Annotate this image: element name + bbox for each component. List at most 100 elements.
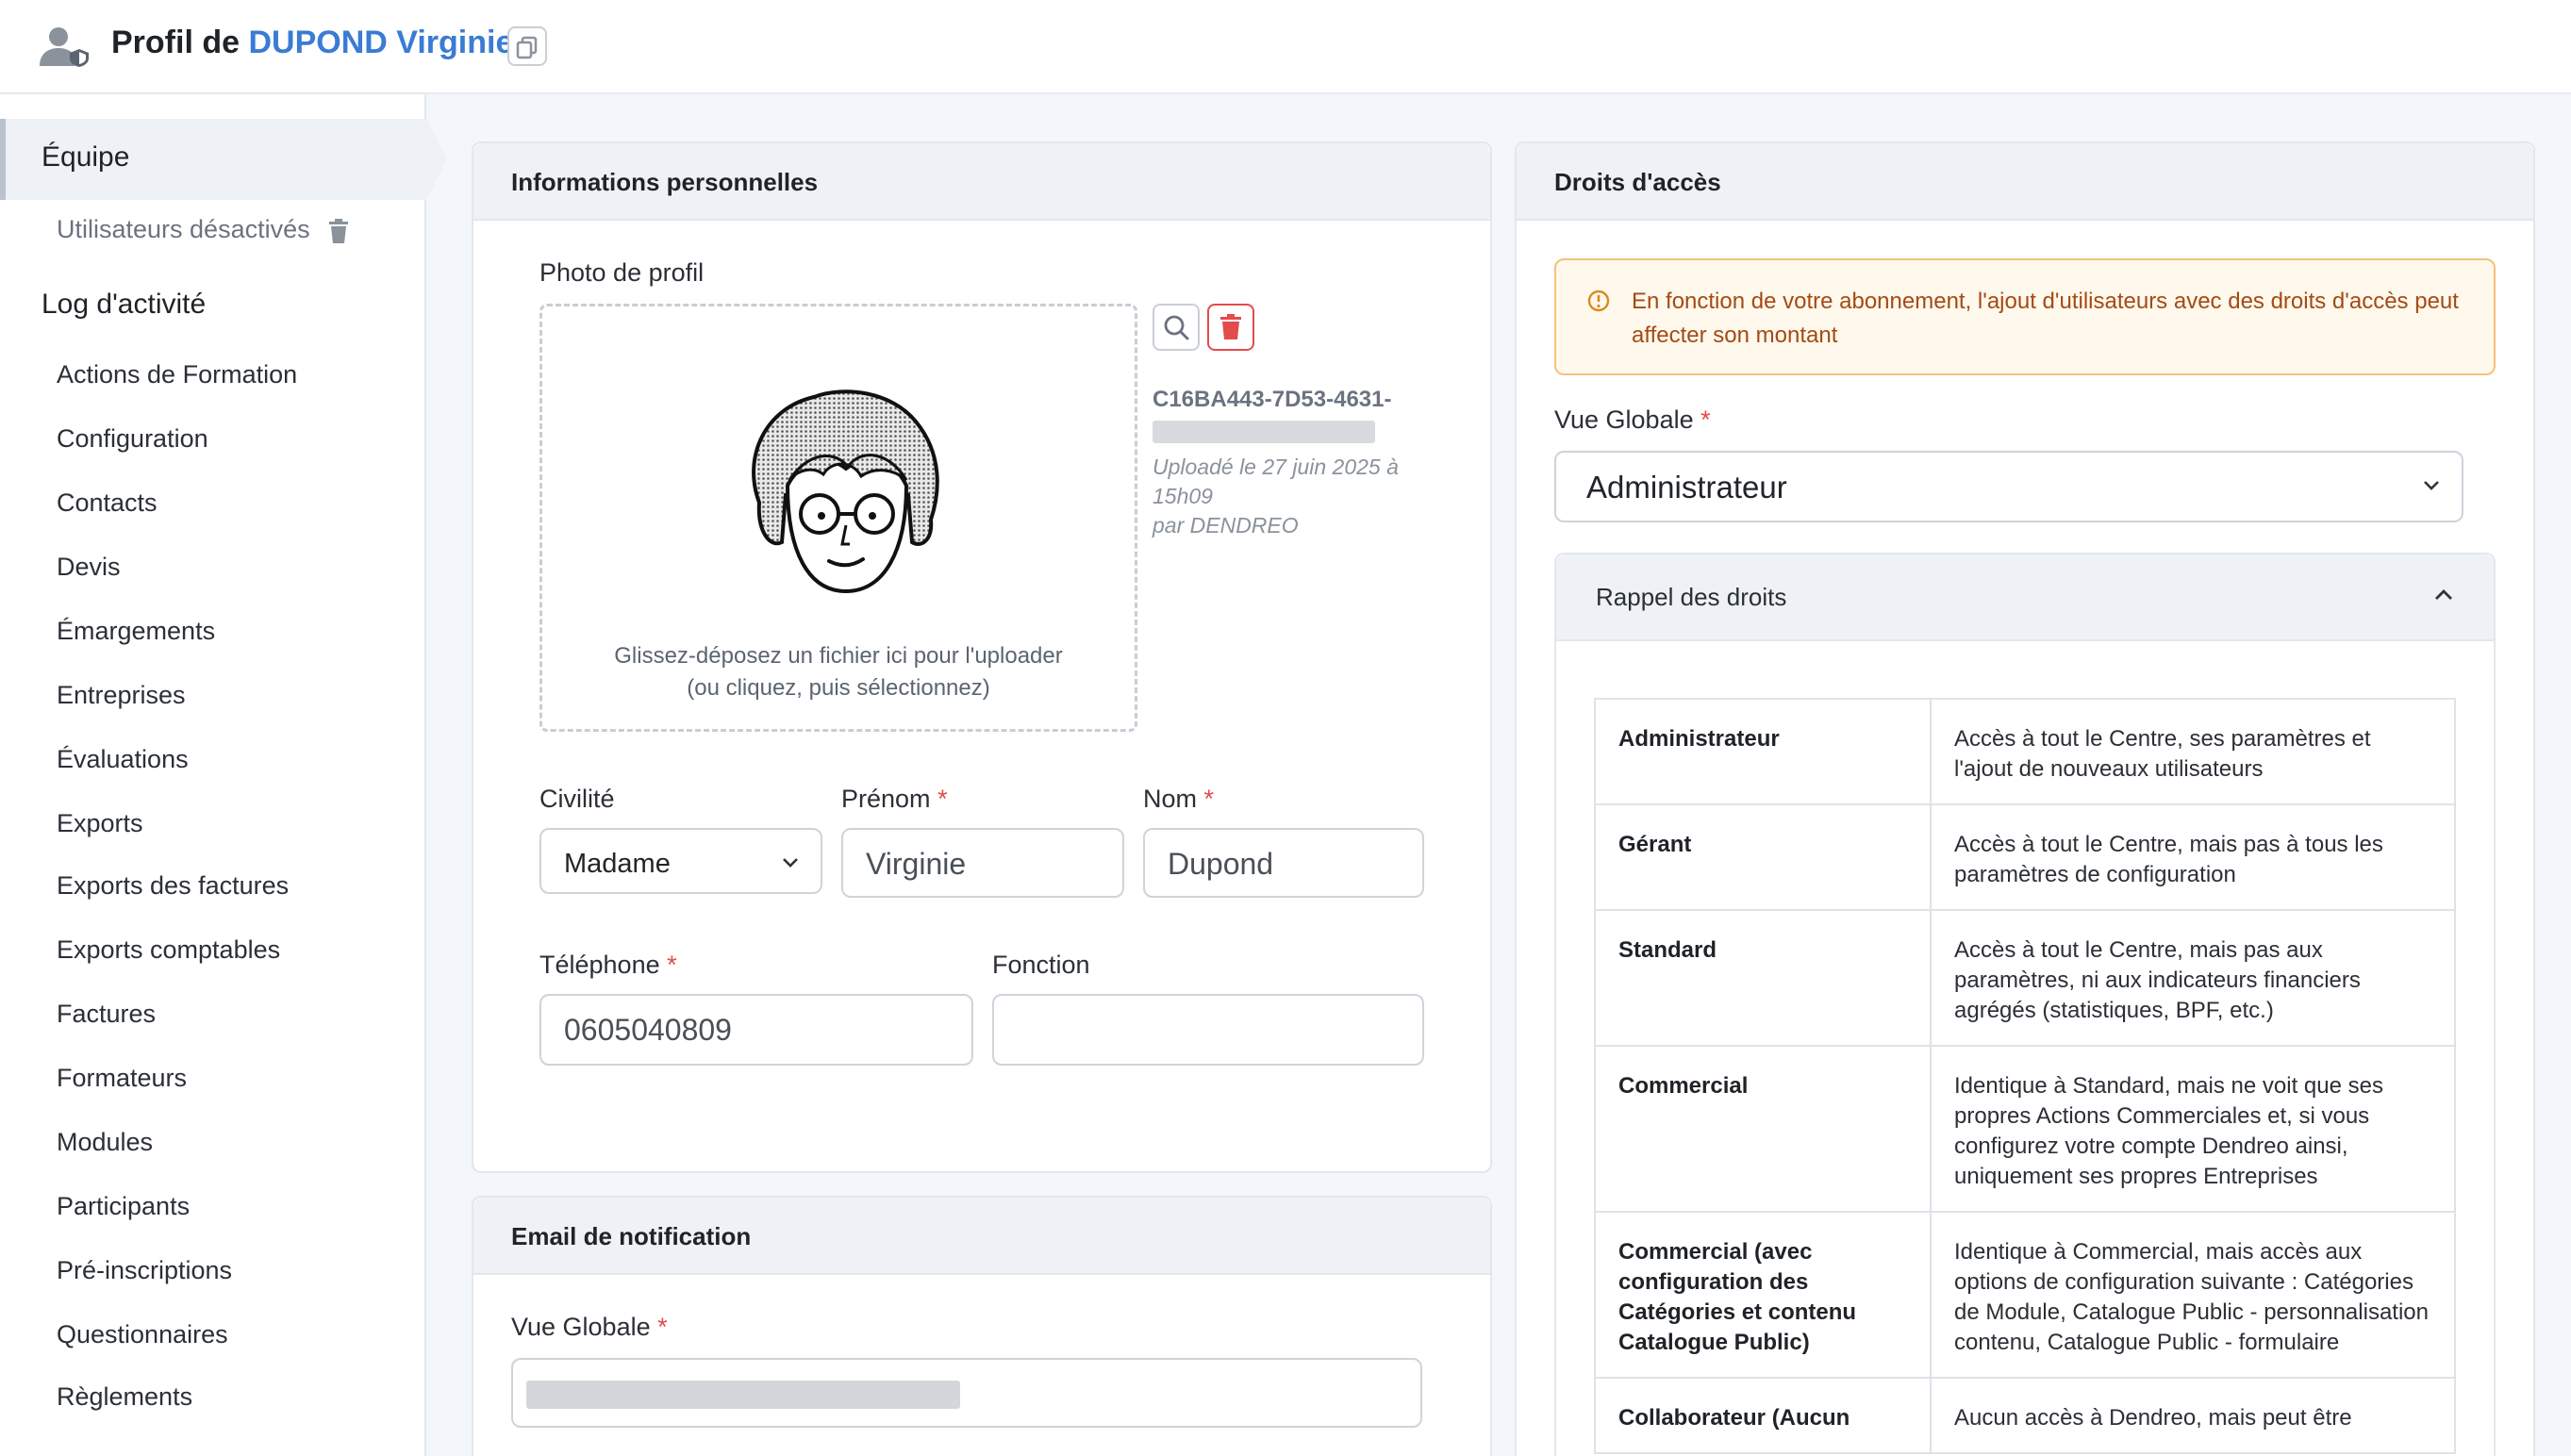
panel-header: Informations personnelles <box>473 143 1490 221</box>
prenom-value: Virginie <box>866 847 967 881</box>
telephone-label: Téléphone * <box>539 951 677 980</box>
sidebar: Équipe Utilisateurs désactivés Log d'act… <box>0 94 447 1456</box>
table-row: Standard Accès à tout le Centre, mais pa… <box>1594 909 2456 1047</box>
sidebar-item-label: Utilisateurs désactivés <box>57 215 310 243</box>
sidebar-item-disabled-users[interactable]: Utilisateurs désactivés <box>57 215 349 244</box>
chevron-down-icon <box>783 858 798 868</box>
rights-reminder-toggle[interactable]: Rappel des droits <box>1556 554 2494 641</box>
sidebar-item[interactable]: Formateurs <box>57 1064 187 1093</box>
notification-email-input[interactable] <box>511 1358 1422 1428</box>
role-name: Administrateur <box>1594 698 1932 805</box>
access-level-select[interactable]: Administrateur <box>1554 451 2463 522</box>
rights-reminder-title: Rappel des droits <box>1596 583 1787 611</box>
civilite-value: Madame <box>564 849 671 879</box>
sidebar-item[interactable]: Participants <box>57 1192 190 1221</box>
access-vue-label: Vue Globale * <box>1554 405 1711 435</box>
panel-title: Informations personnelles <box>511 168 819 196</box>
page-header: Profil de DUPOND Virginie <box>0 0 2571 94</box>
panel-header: Email de notification <box>473 1198 1490 1275</box>
sidebar-item[interactable]: Actions de Formation <box>57 360 297 389</box>
copy-icon <box>516 36 538 59</box>
nom-label: Nom * <box>1143 785 1214 814</box>
role-description: Accès à tout le Centre, mais pas aux par… <box>1930 909 2456 1047</box>
trash-icon <box>1220 314 1241 339</box>
chevron-up-icon <box>2435 589 2452 600</box>
sidebar-item[interactable]: Contacts <box>57 488 158 518</box>
chevron-down-icon <box>2424 481 2439 490</box>
sidebar-item[interactable]: Modules <box>57 1128 153 1157</box>
sidebar-item[interactable]: Exports <box>57 809 143 838</box>
photo-label: Photo de profil <box>539 258 705 287</box>
title-prefix: Profil de <box>111 25 241 60</box>
user-shield-icon <box>40 27 89 67</box>
table-row: Administrateur Accès à tout le Centre, s… <box>1594 698 2456 805</box>
required-mark: * <box>1700 405 1711 434</box>
panel-header: Droits d'accès <box>1517 143 2533 221</box>
sidebar-item[interactable]: Émargements <box>57 617 215 646</box>
required-mark: * <box>1203 785 1215 813</box>
telephone-value: 0605040809 <box>564 1013 732 1047</box>
role-name: Standard <box>1594 909 1932 1047</box>
required-mark: * <box>657 1313 668 1341</box>
access-level-value: Administrateur <box>1586 470 1787 505</box>
nom-value: Dupond <box>1168 847 1274 881</box>
fonction-label: Fonction <box>992 951 1090 979</box>
table-row: Gérant Accès à tout le Centre, mais pas … <box>1594 803 2456 911</box>
table-row: Commercial (avec configuration des Catég… <box>1594 1211 2456 1379</box>
role-name: Collaborateur (Aucun <box>1594 1377 1932 1454</box>
table-row: Collaborateur (Aucun Aucun accès à Dendr… <box>1594 1377 2456 1454</box>
telephone-input[interactable]: 0605040809 <box>539 994 973 1066</box>
copy-button[interactable] <box>507 26 547 66</box>
upload-info: Uploadé le 27 juin 2025 à 15h09 par DEND… <box>1153 453 1435 540</box>
rights-table: Administrateur Accès à tout le Centre, s… <box>1594 698 2456 1454</box>
required-mark: * <box>937 785 948 813</box>
sidebar-item[interactable]: Exports comptables <box>57 935 280 965</box>
sidebar-item[interactable]: Questionnaires <box>57 1320 228 1349</box>
required-mark: * <box>667 951 677 979</box>
role-description: Identique à Standard, mais ne voit que s… <box>1930 1045 2456 1213</box>
notification-vue-label-text: Vue Globale <box>511 1313 651 1341</box>
delete-photo-button[interactable] <box>1207 304 1254 351</box>
sidebar-item[interactable]: Devis <box>57 553 121 582</box>
telephone-label-text: Téléphone <box>539 951 660 979</box>
prenom-label: Prénom * <box>841 785 948 814</box>
sidebar-item[interactable]: Configuration <box>57 424 208 454</box>
sidebar-item[interactable]: Pré-inscriptions <box>57 1256 232 1285</box>
trash-icon <box>329 218 349 243</box>
role-description: Accès à tout le Centre, ses paramètres e… <box>1930 698 2456 805</box>
nom-input[interactable]: Dupond <box>1143 828 1424 898</box>
sidebar-heading-log[interactable]: Log d'activité <box>41 289 206 321</box>
photo-dropzone[interactable]: Glissez-déposez un fichier ici pour l'up… <box>539 304 1137 732</box>
view-photo-button[interactable] <box>1153 304 1200 351</box>
file-identifier: C16BA443-7D53-4631- <box>1153 387 1392 412</box>
prenom-label-text: Prénom <box>841 785 931 813</box>
fonction-input[interactable] <box>992 994 1424 1066</box>
upload-author: par DENDREO <box>1153 513 1299 538</box>
upload-date: Uploadé le 27 juin 2025 à 15h09 <box>1153 455 1399 508</box>
search-icon <box>1164 315 1189 340</box>
civilite-label: Civilité <box>539 785 615 813</box>
sidebar-item[interactable]: Entreprises <box>57 681 186 710</box>
info-circle-icon <box>1587 290 1610 312</box>
role-description: Accès à tout le Centre, mais pas à tous … <box>1930 803 2456 911</box>
sidebar-item[interactable]: Exports des factures <box>57 871 289 901</box>
dropzone-line2: (ou cliquez, puis sélectionnez) <box>687 675 990 701</box>
role-name: Commercial (avec configuration des Catég… <box>1594 1211 1932 1379</box>
alert-text: En fonction de votre abonnement, l'ajout… <box>1632 289 2459 348</box>
sidebar-item[interactable]: Règlements <box>57 1382 192 1412</box>
avatar <box>752 389 939 594</box>
sidebar-item[interactable]: Évaluations <box>57 745 189 774</box>
role-name: Commercial <box>1594 1045 1932 1213</box>
prenom-input[interactable]: Virginie <box>841 828 1124 898</box>
civilite-select[interactable]: Madame <box>539 828 822 894</box>
role-description: Aucun accès à Dendreo, mais peut être <box>1930 1377 2456 1454</box>
sidebar-item-equipe[interactable]: Équipe <box>0 119 447 200</box>
notification-vue-label: Vue Globale * <box>511 1313 668 1342</box>
sidebar-item-label: Équipe <box>41 141 130 173</box>
dropzone-line1: Glissez-déposez un fichier ici pour l'up… <box>614 643 1063 669</box>
table-row: Commercial Identique à Standard, mais ne… <box>1594 1045 2456 1213</box>
redacted-email <box>526 1381 960 1409</box>
panel-title: Email de notification <box>511 1222 752 1250</box>
panel-title: Droits d'accès <box>1554 168 1721 196</box>
sidebar-item[interactable]: Factures <box>57 1000 156 1029</box>
